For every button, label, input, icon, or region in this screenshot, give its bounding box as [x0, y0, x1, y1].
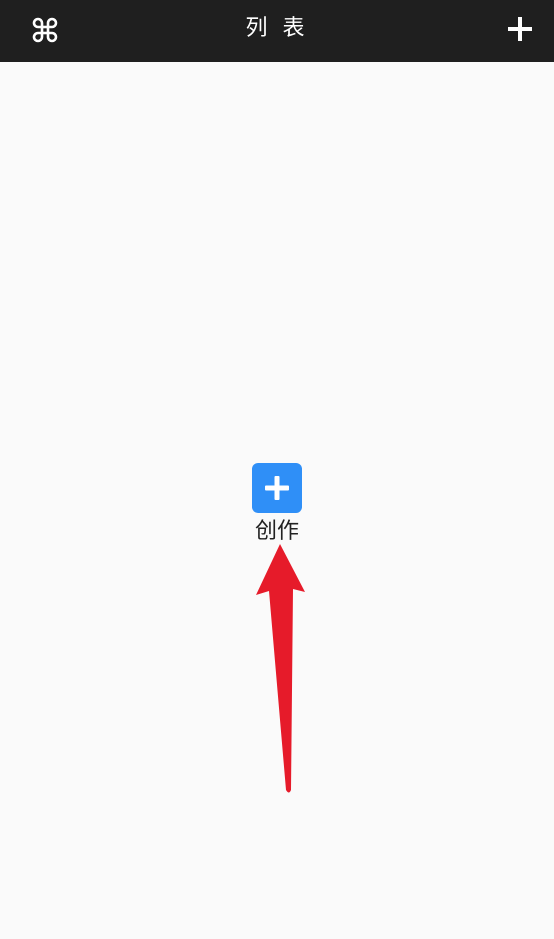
top-navigation-bar: 列 表 — [0, 0, 554, 62]
create-button[interactable]: 创作 — [237, 463, 317, 545]
plus-icon — [265, 476, 289, 500]
create-label: 创作 — [254, 519, 299, 544]
plus-icon — [508, 17, 532, 41]
app-screen: 列 表 创作 — [0, 0, 554, 939]
page-title: 列 表 — [245, 16, 309, 41]
create-icon-tile — [252, 463, 302, 513]
add-button[interactable] — [502, 11, 538, 47]
arrow-shape — [256, 544, 305, 793]
